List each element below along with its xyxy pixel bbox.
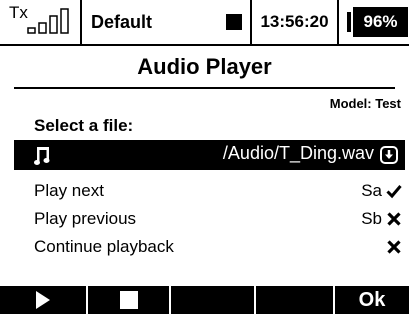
model-tag: Model: Test (329, 96, 401, 111)
ok-label: Ok (358, 288, 386, 311)
option-play-next[interactable]: Play next Sa (0, 181, 409, 205)
current-model: Default (82, 0, 202, 44)
stop-button[interactable] (88, 286, 169, 314)
file-path: /Audio/T_Ding.wav (222, 143, 374, 163)
battery-indicator: 96% (339, 0, 409, 44)
cross-icon (387, 240, 401, 254)
stop-icon (119, 291, 138, 309)
music-note-icon (34, 147, 50, 165)
download-arrow-icon[interactable] (380, 146, 398, 164)
function-key-bar: Ok (0, 286, 409, 314)
battery-percent: 96% (353, 7, 408, 37)
option-label: Play previous (34, 209, 137, 228)
option-switch[interactable]: Sb (361, 209, 382, 229)
battery-icon (347, 12, 351, 32)
file-selector[interactable]: /Audio/T_Ding.wav (14, 140, 405, 170)
title-divider (14, 87, 395, 89)
option-continue-playback[interactable]: Continue playback (0, 237, 409, 261)
function-key-3[interactable] (171, 286, 254, 314)
play-icon (36, 291, 50, 309)
ok-button[interactable]: Ok (335, 286, 409, 314)
audio-player-screen: Tx Default 13:56:20 96% Audio Player Mod (0, 0, 409, 314)
check-icon (386, 185, 402, 199)
play-button[interactable] (0, 286, 86, 314)
model-name: Default (91, 11, 153, 32)
option-label: Continue playback (34, 237, 174, 256)
signal-bars-icon (27, 8, 69, 34)
clock-time: 13:56:20 (260, 12, 329, 31)
tx-signal-indicator: Tx (0, 0, 80, 44)
recording-indicator (202, 0, 250, 44)
select-file-label: Select a file: (34, 116, 134, 135)
option-switch[interactable]: Sa (361, 181, 382, 201)
tx-label: Tx (9, 3, 28, 22)
function-key-4[interactable] (256, 286, 333, 314)
option-play-previous[interactable]: Play previous Sb (0, 209, 409, 233)
status-bar: Tx Default 13:56:20 96% (0, 0, 409, 46)
clock: 13:56:20 (252, 0, 337, 44)
page-title: Audio Player (137, 54, 272, 79)
cross-icon (387, 212, 401, 226)
stop-square-icon (226, 14, 242, 30)
option-label: Play next (34, 181, 104, 200)
